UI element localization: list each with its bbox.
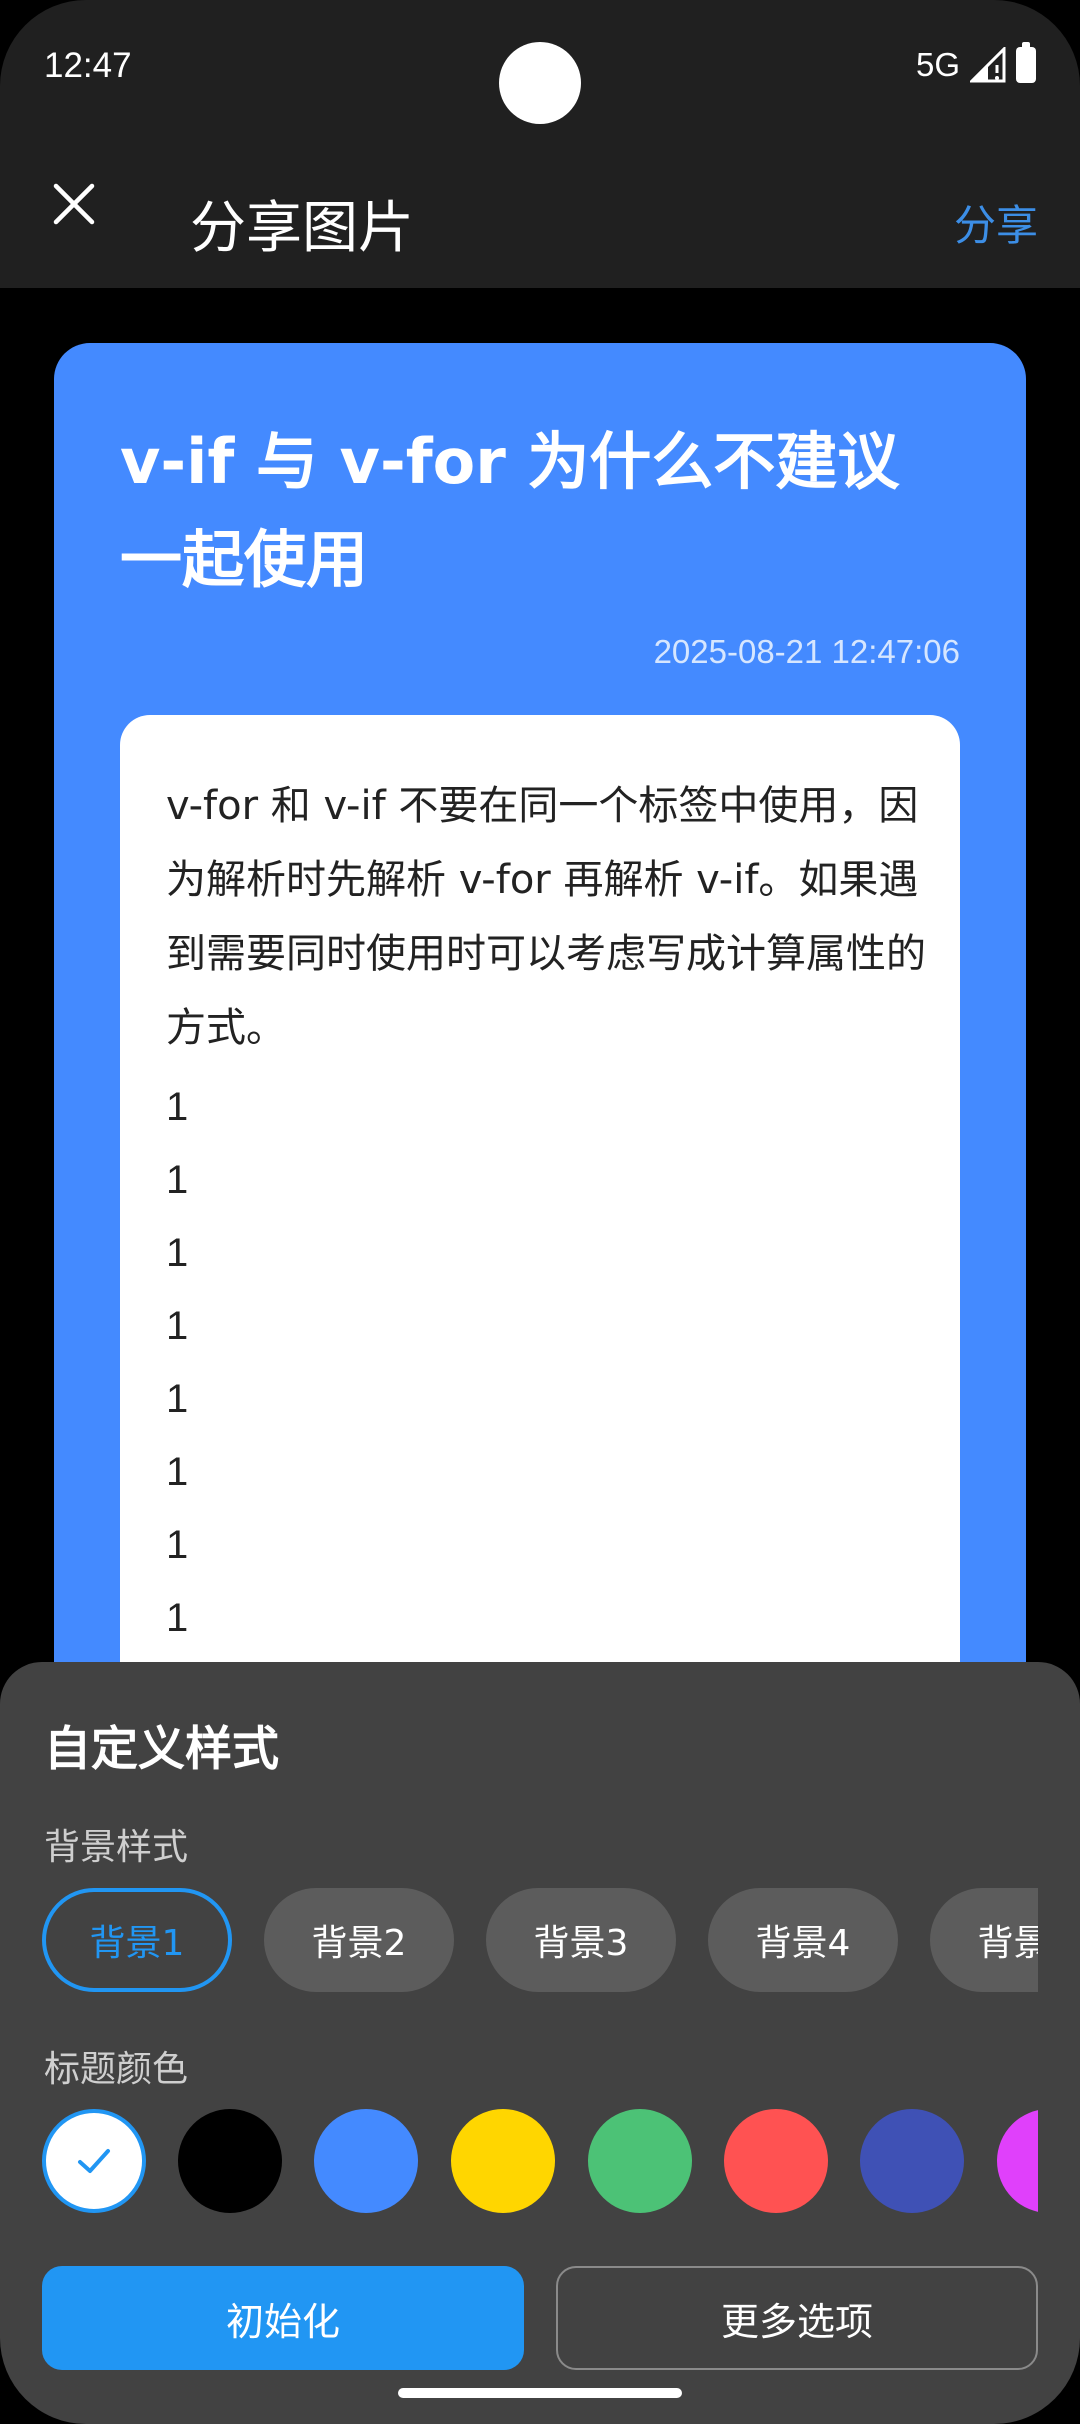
- battery-icon: [1016, 42, 1036, 83]
- init-button[interactable]: 初始化: [42, 2266, 524, 2370]
- signal-icon: [970, 47, 1006, 83]
- card-content-box: v-for 和 v-if 不要在同一个标签中使用，因为解析时先解析 v-for …: [120, 715, 960, 1815]
- color-swatch-yellow[interactable]: [451, 2109, 555, 2213]
- background-style-label: 背景样式: [44, 1827, 189, 1868]
- close-button[interactable]: [36, 166, 112, 242]
- content-line: 1: [166, 1231, 189, 1275]
- title-color-options: [42, 2107, 1038, 2215]
- card-title: v-if 与 v-for 为什么不建议一起使用: [120, 425, 900, 596]
- app-bar: 分享图片 分享: [0, 140, 1080, 288]
- background-option-5[interactable]: 背景5: [930, 1888, 1038, 1992]
- card-content-text: v-for 和 v-if 不要在同一个标签中使用，因为解析时先解析 v-for …: [166, 783, 926, 1051]
- color-swatch-black[interactable]: [178, 2109, 282, 2213]
- network-label: 5G: [915, 46, 960, 83]
- background-option-3[interactable]: 背景3: [486, 1888, 676, 1992]
- color-swatch-green[interactable]: [588, 2109, 692, 2213]
- status-icons: 5G: [915, 42, 1036, 84]
- card-date: 2025-08-21 12:47:06: [653, 633, 960, 670]
- close-icon: [53, 183, 95, 225]
- color-swatch-indigo[interactable]: [860, 2109, 964, 2213]
- custom-style-sheet: 自定义样式 背景样式 背景1 背景2 背景3 背景4 背景5 标题颜色 初始化 …: [0, 1662, 1080, 2424]
- color-swatch-blue[interactable]: [314, 2109, 418, 2213]
- title-color-label: 标题颜色: [44, 2049, 189, 2090]
- status-time: 12:47: [44, 46, 132, 85]
- check-icon: [78, 2149, 110, 2173]
- camera-cutout: [499, 42, 581, 124]
- background-option-1[interactable]: 背景1: [42, 1888, 232, 1992]
- content-line: 1: [166, 1596, 189, 1640]
- color-swatch-white[interactable]: [42, 2109, 146, 2213]
- content-line: 1: [166, 1158, 189, 1202]
- content-line: 1: [166, 1377, 189, 1421]
- content-line: 1: [166, 1085, 189, 1129]
- share-button[interactable]: 分享: [954, 192, 1038, 253]
- color-swatch-red[interactable]: [724, 2109, 828, 2213]
- content-line: 1: [166, 1523, 189, 1567]
- screen: 12:47 5G 分享图片 分享 v-if 与 v-for 为什么不建议一起使用…: [0, 0, 1080, 2424]
- background-options: 背景1 背景2 背景3 背景4 背景5: [42, 1888, 1038, 1994]
- background-option-4[interactable]: 背景4: [708, 1888, 898, 1992]
- content-line: 1: [166, 1304, 189, 1348]
- content-line: 1: [166, 1450, 189, 1494]
- page-title: 分享图片: [190, 196, 414, 261]
- color-swatch-purple[interactable]: [997, 2109, 1038, 2213]
- home-indicator[interactable]: [398, 2388, 682, 2398]
- background-option-2[interactable]: 背景2: [264, 1888, 454, 1992]
- sheet-title: 自定义样式: [44, 1722, 279, 1777]
- more-options-button[interactable]: 更多选项: [556, 2266, 1038, 2370]
- content-lines: 1 1 1 1 1 1 1 1: [166, 1071, 188, 1655]
- share-preview-card: v-if 与 v-for 为什么不建议一起使用 2025-08-21 12:47…: [54, 343, 1026, 1815]
- status-bar: 12:47 5G: [0, 0, 1080, 140]
